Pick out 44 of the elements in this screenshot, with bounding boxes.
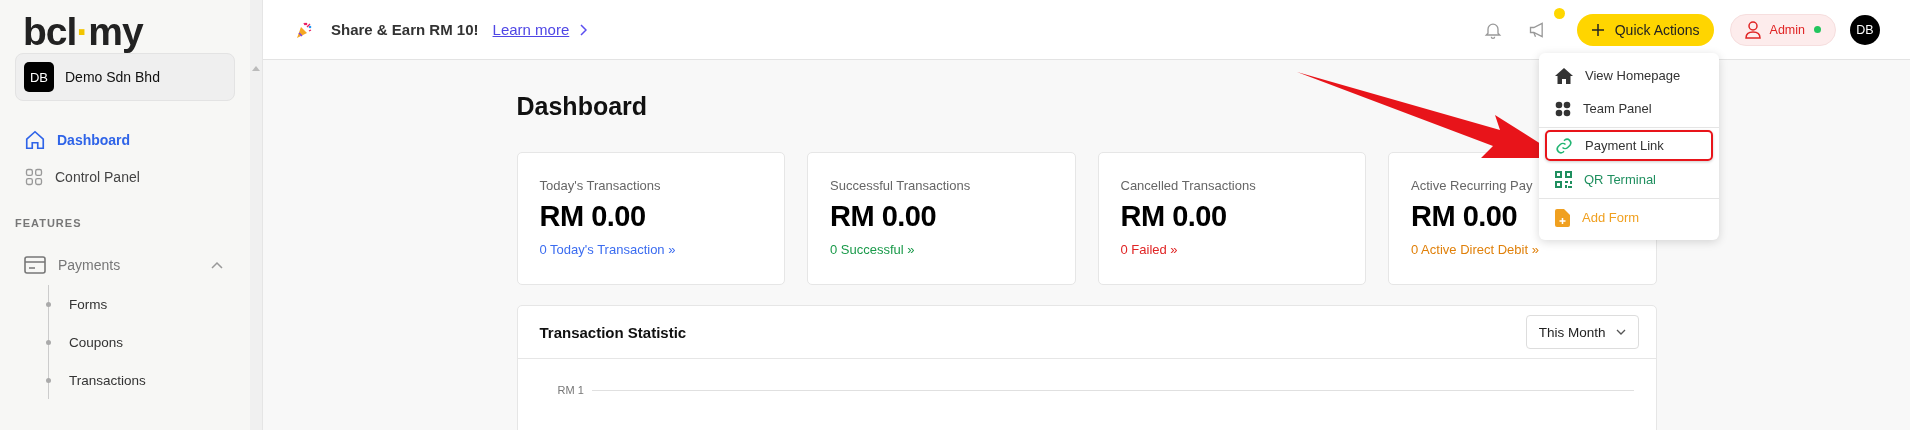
stat-amount: RM 0.00 bbox=[830, 200, 937, 233]
page-title: Dashboard bbox=[516, 91, 648, 121]
learn-more-link[interactable]: Learn more bbox=[492, 21, 570, 38]
stat-title: Successful Transactions bbox=[830, 178, 971, 193]
period-dropdown[interactable]: This Month bbox=[1525, 315, 1639, 349]
sidebar-item[interactable]: Control Panel bbox=[15, 158, 235, 195]
scrollbar[interactable] bbox=[250, 0, 263, 430]
plus-icon bbox=[1590, 22, 1605, 37]
stat-link[interactable]: 0 Today's Transaction » bbox=[539, 242, 676, 257]
sidebar-subitem[interactable]: Forms bbox=[46, 285, 235, 323]
role-badge[interactable]: Admin bbox=[1729, 13, 1836, 46]
stat-amount: RM 0.00 bbox=[1411, 200, 1518, 233]
user-avatar[interactable]: DB bbox=[1850, 14, 1880, 45]
menu-item[interactable]: View Homepage bbox=[1539, 59, 1719, 92]
sidebar-item[interactable]: Dashboard bbox=[15, 121, 235, 158]
grid-icon bbox=[24, 166, 44, 187]
logo[interactable]: bcl·my bbox=[15, 0, 235, 53]
stat-title: Active Recurring Pay bbox=[1411, 178, 1533, 193]
stat-title: Today's Transactions bbox=[539, 178, 661, 193]
organization-avatar: DB bbox=[24, 62, 54, 92]
stat-link[interactable]: 0 Failed » bbox=[1120, 242, 1178, 257]
menu-item[interactable]: Team Panel bbox=[1539, 92, 1719, 125]
chevron-down-icon bbox=[1615, 329, 1626, 335]
stat-amount: RM 0.00 bbox=[1120, 200, 1227, 233]
menu-item[interactable]: QR Terminal bbox=[1539, 163, 1719, 196]
card-icon bbox=[24, 256, 46, 274]
stat-title: Cancelled Transactions bbox=[1120, 178, 1256, 193]
chevron-right-icon bbox=[579, 23, 588, 36]
party-popper-icon bbox=[295, 20, 313, 39]
sidebar-subitem[interactable]: Coupons bbox=[46, 323, 235, 361]
menu-item[interactable]: Payment Link bbox=[1545, 130, 1713, 161]
user-icon bbox=[1744, 20, 1761, 39]
quick-actions-button[interactable]: Quick Actions bbox=[1576, 13, 1714, 46]
panel-title: Transaction Statistic bbox=[539, 323, 687, 341]
promo-text: Share & Earn RM 10! bbox=[331, 21, 479, 38]
organization-name: Demo Sdn Bhd bbox=[65, 69, 160, 85]
section-heading: FEATURES bbox=[15, 217, 83, 231]
home-icon bbox=[24, 128, 46, 151]
stat-amount: RM 0.00 bbox=[539, 200, 646, 233]
sidebar-group[interactable]: Payments bbox=[15, 245, 235, 285]
stat-link[interactable]: 0 Successful » bbox=[830, 242, 915, 257]
axis-label: RM 1 bbox=[557, 384, 584, 396]
sidebar-subitem[interactable]: Transactions bbox=[46, 361, 235, 399]
organization-switcher[interactable]: DB Demo Sdn Bhd bbox=[15, 53, 235, 101]
